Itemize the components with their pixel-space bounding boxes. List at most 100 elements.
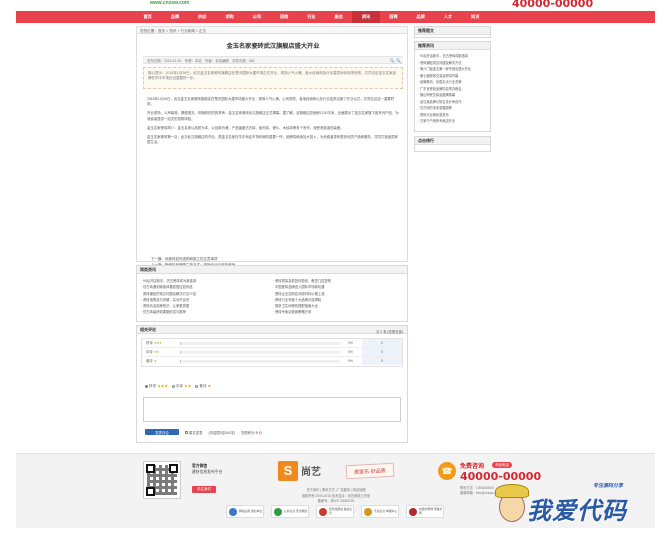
header-hotline: 40000-00000 <box>512 0 594 10</box>
qrcode-icon <box>143 461 181 499</box>
trust-badge[interactable]: 公共信息 安全网络 <box>271 505 309 518</box>
sidebar-hits-title: 点击排行 <box>415 137 490 145</box>
comments-title: 相关评论 <box>140 327 156 332</box>
brand-logo-icon: S <box>278 461 298 481</box>
comments-panel: 相关评论 共 0 条 [查看全部] 好评 ★★★ 0% 0 中评 ★★ 0% 0 差评 ★ 0… <box>136 325 408 443</box>
star-icon: ★ <box>207 384 212 388</box>
wechat-desc: 建材信息发布平台 <box>192 470 223 474</box>
star-icon: ★ <box>153 359 157 363</box>
star-icon: ★★★ <box>157 384 168 388</box>
article-summary: 核心提示：2015年1月26日，武汉金玉名家瓷砖旗舰店在楚天国际大建市场正式开业… <box>143 67 403 89</box>
consult-label: 免费咨询 <box>460 464 485 470</box>
article-paragraph: 金玉名家瓷砖简介：金玉名家以品质为本，以创新为魂，产品涵盖仿古砖、抛光砖、瓷片、… <box>147 125 344 130</box>
badge-emblem-icon <box>409 507 417 516</box>
badge-emblem-icon <box>319 507 327 516</box>
rating-radios: 好评 ★★★ 中评 ★★ 差评 ★ <box>145 384 211 389</box>
nav-item[interactable]: 品牌 <box>407 11 434 23</box>
watermark-sub: 专注源码分享 <box>593 483 624 489</box>
site-logo[interactable]: www.cnzsw.com <box>150 0 189 6</box>
rating-summary: 好评 ★★★ 0% 0 中评 ★★ 0% 0 差评 ★ 0% 0 <box>141 338 403 367</box>
rating-percent: 0% <box>348 350 353 354</box>
nav-item[interactable]: 首页 <box>134 11 161 23</box>
watermark-text: 我爱代码 <box>527 498 627 525</box>
footer-brand: S 尚艺 居家乐·好品质 <box>278 461 408 485</box>
footer-link-line[interactable]: 备案号：粤ICP-20080159 <box>236 499 436 505</box>
wechat-follow-button[interactable]: 关注我们 <box>192 486 216 493</box>
badge-emblem-icon <box>274 507 282 516</box>
phone-icon: ☎ <box>438 462 456 480</box>
nav-item[interactable]: 求购 <box>216 11 243 23</box>
wechat-title: 官方微信 <box>192 464 208 468</box>
badge-emblem-icon <box>364 507 372 516</box>
radio-bad[interactable]: 差评 ★ <box>195 384 211 388</box>
rating-label: 好评 ★★★ <box>146 341 162 345</box>
watermark: 专注源码分享 我爱代码 <box>495 478 665 534</box>
contact-meta: 联系方式：1391800000 客服邮箱：info@cnzsw.com <box>460 486 500 496</box>
comments-count-link[interactable]: 共 0 条 [查看全部] <box>376 328 403 336</box>
straw-hat-icon <box>495 484 529 498</box>
trust-badge[interactable]: 经营性网站 备案信息 <box>316 505 354 518</box>
sidebar-news-item[interactable]: · 万家千户瓷砖专卖店开业 <box>418 118 487 125</box>
star-icon: ★★ <box>153 350 160 354</box>
trust-badge[interactable]: 不良信息 举报中心 <box>361 505 399 518</box>
nav-item[interactable]: 招聘 <box>380 11 407 23</box>
radio-dot[interactable] <box>195 384 199 388</box>
nav-items: 首页 品牌 供应 求购 公司 招商 行业 展会 资讯 招聘 品牌 人才 知识 <box>134 11 544 23</box>
trust-badge[interactable]: 网站信用 诚信单位 <box>226 505 264 518</box>
submit-comment-button[interactable]: 发表评论 <box>145 429 179 435</box>
radio-dot[interactable] <box>145 384 148 388</box>
nav-item[interactable]: 人才 <box>434 11 461 23</box>
footer-links[interactable]: 关于我们 | 联系方式 | 广告服务 | 网站地图 版权所有 2000-2015 … <box>236 488 436 505</box>
trust-badge[interactable]: 中国文明网 传播文明 <box>406 505 444 518</box>
wechat-info: 官方微信 建材信息发布平台 <box>192 463 222 475</box>
sidebar-recommend-news: 推荐资讯 · 90后开店新手，仿古瓷砖成新选择 · 瓷砖铺贴常见问题及解决方法 · … <box>414 41 491 132</box>
star-icon: ★★ <box>184 384 192 388</box>
nav-item[interactable]: 资讯 <box>352 11 380 23</box>
rating-count: 0 <box>362 339 402 347</box>
related-item[interactable]: · 仿古砖装修效果图欣赏与推荐 <box>141 309 273 315</box>
comment-submit-row: 发表评论 匿名发表 (内容限5至500字) 您的积分 0 分 <box>145 429 262 435</box>
badge-emblem-icon <box>229 507 237 516</box>
nav-item[interactable]: 展会 <box>325 11 352 23</box>
nav-item[interactable]: 公司 <box>243 11 270 23</box>
hotline-badge: 热线电话 <box>492 462 512 468</box>
rating-label: 差评 ★ <box>146 359 157 363</box>
article-title: 金玉名家瓷砖武汉旗舰店盛大开业 <box>226 43 320 50</box>
zoom-icon[interactable]: 🔍 🔍 <box>390 58 401 63</box>
nav-item[interactable]: 知识 <box>462 11 489 23</box>
anonymous-option[interactable]: 匿名发表 <box>185 430 203 435</box>
nav-item[interactable]: 招商 <box>270 11 297 23</box>
brand-slogan: 居家乐·好品质 <box>345 462 395 480</box>
sidebar-hits: 点击排行 <box>414 136 491 152</box>
contact-line: 客服邮箱：info@cnzsw.com <box>460 491 500 495</box>
comment-textarea[interactable] <box>143 397 401 422</box>
article-paragraph: 金玉名家瓷砖第一店：此次武汉旗舰店的开业，是金玉名家在华中地区市场布局的重要一环… <box>147 135 398 145</box>
rating-row: 中评 ★★ 0% 0 <box>142 348 402 357</box>
radio-good[interactable]: 好评 ★★★ <box>145 384 168 388</box>
main-nav: 首页 品牌 供应 求购 公司 招商 行业 展会 资讯 招聘 品牌 人才 知识 <box>16 11 655 23</box>
rating-percent: 0% <box>348 341 353 345</box>
article-meta: 发布日期：2015-01-30 来源：本站 作者：本站编辑 浏览次数：881 <box>143 56 403 64</box>
related-list: · 90后开店新手，仿古瓷砖成为新选择 · 瓷砖质量高低如何检验，教您几招鉴别 · … <box>141 278 405 316</box>
breadcrumb: 您的位置：首页 > 资讯 > 行业新闻 > 正文 <box>136 26 408 34</box>
brand-name: 尚艺 <box>301 467 321 478</box>
related-item[interactable]: · 瓷砖专卖店营销策略分享 <box>273 309 405 315</box>
rating-percent: 0% <box>348 359 353 363</box>
trust-badges: 网站信用 诚信单位 公共信息 安全网络 经营性网站 备案信息 不良信息 举报中心 中国文… <box>226 505 476 518</box>
article-paragraph: 2015年1月26日，武汉金玉名家瓷砖旗舰店在楚天国际大建市场盛大开业，现场人气… <box>147 97 395 107</box>
nav-item[interactable]: 行业 <box>298 11 325 23</box>
nav-item[interactable]: 供应 <box>189 11 216 23</box>
rating-bar <box>180 342 340 345</box>
rating-count: 0 <box>362 357 402 365</box>
article-body: 2015年1月26日，武汉金玉名家瓷砖旗舰店在楚天国际大建市场盛大开业，现场人气… <box>147 97 399 149</box>
sidebar-recommend-pics: 推荐图文 <box>414 26 491 38</box>
anonymous-checkbox[interactable] <box>185 430 188 434</box>
nav-item[interactable]: 品牌 <box>161 11 188 23</box>
star-icon: ★★★ <box>153 341 162 345</box>
related-news: 同类资讯 · 90后开店新手，仿古瓷砖成为新选择 · 瓷砖质量高低如何检验，教您几… <box>136 265 408 322</box>
radio-dot[interactable] <box>171 384 175 388</box>
rating-row: 差评 ★ 0% 0 <box>142 357 402 366</box>
radio-mid[interactable]: 中评 ★★ <box>171 384 192 388</box>
rating-bar <box>180 351 340 354</box>
length-hint: (内容限5至500字) <box>208 430 236 435</box>
